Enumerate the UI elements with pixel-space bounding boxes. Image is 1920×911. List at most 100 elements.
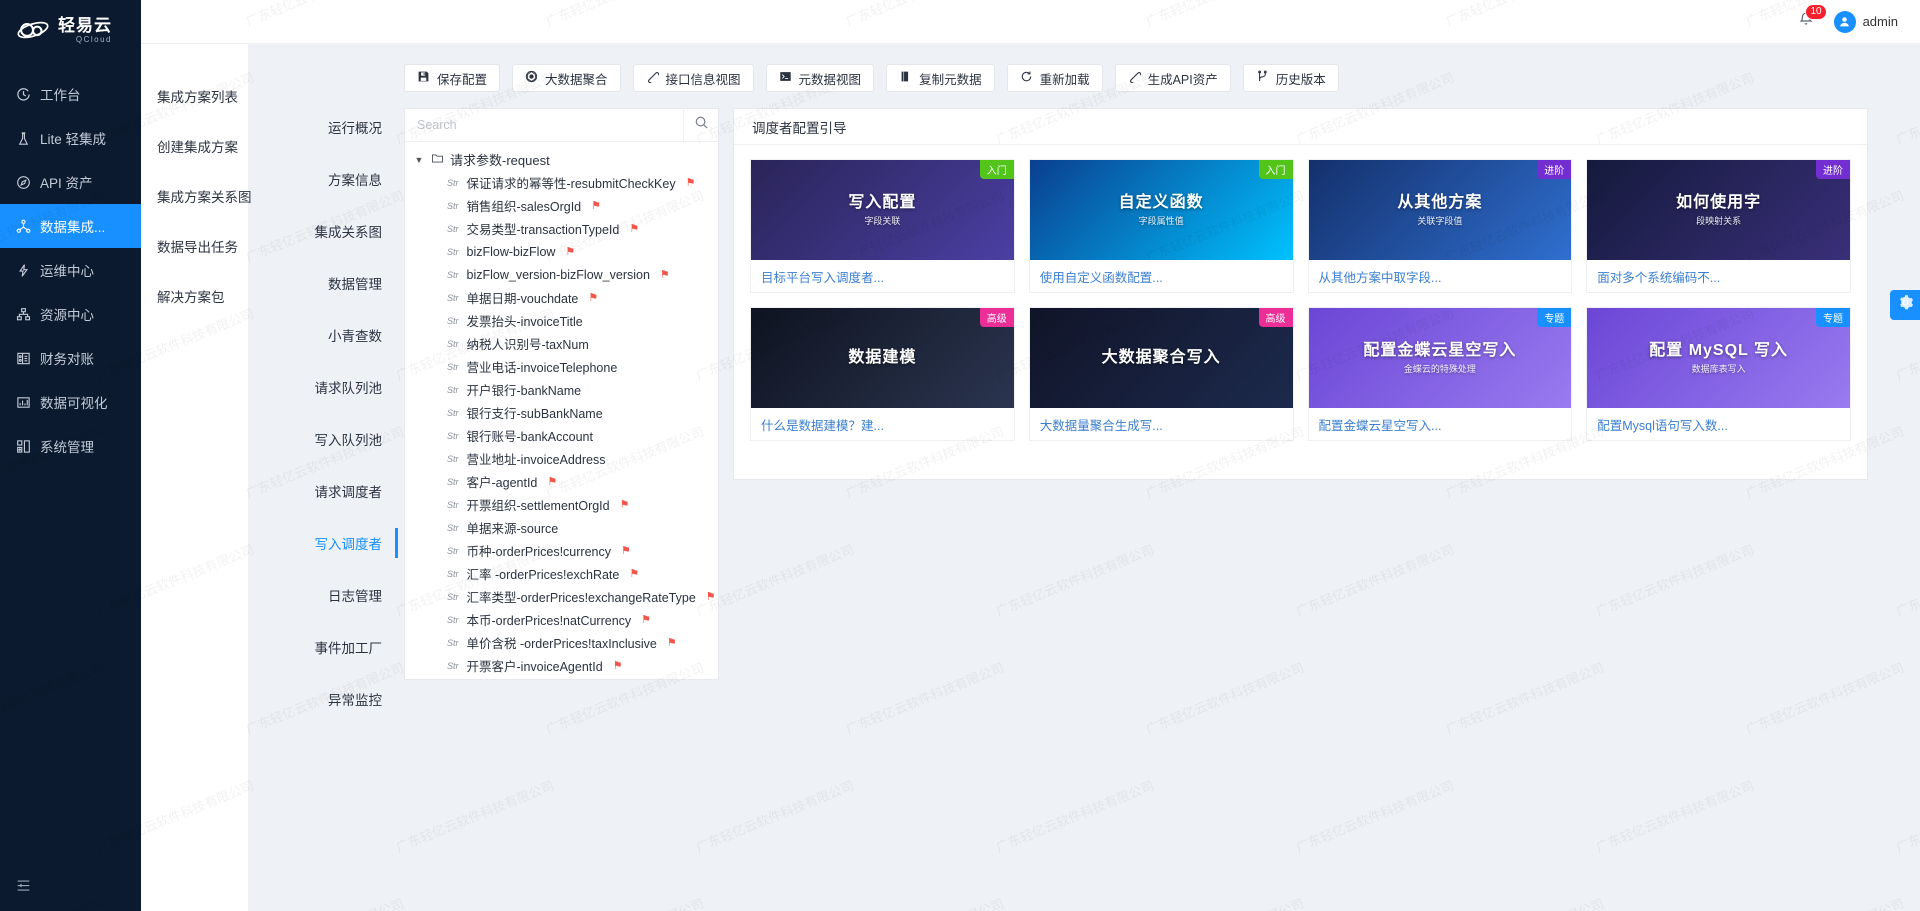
guide-card-title[interactable]: 从其他方案中取字段... bbox=[1309, 260, 1572, 292]
sidebar-item-visualization[interactable]: 数据可视化 bbox=[0, 380, 141, 424]
guide-card[interactable]: 专题配置 MySQL 写入数据库表写入配置Mysql语句写入数... bbox=[1586, 307, 1851, 441]
tree-node-label: 单据来源-source bbox=[467, 518, 559, 537]
generate-api-asset-button[interactable]: 生成API资产 bbox=[1115, 64, 1231, 92]
guide-card[interactable]: 进阶如何使用字段映射关系面对多个系统编码不... bbox=[1586, 159, 1851, 293]
tree-node[interactable]: Str发票类型-invoiceUpcType⚑ bbox=[405, 677, 718, 679]
tree-node[interactable]: Str汇率类型-orderPrices!exchangeRateType⚑ bbox=[405, 585, 718, 608]
copy-metadata-button[interactable]: 复制元数据 bbox=[886, 64, 995, 92]
history-version-button[interactable]: 历史版本 bbox=[1243, 64, 1339, 92]
button-label: 保存配置 bbox=[437, 69, 487, 88]
reload-button[interactable]: 重新加载 bbox=[1007, 64, 1103, 92]
tree-node[interactable]: Str营业电话-invoiceTelephone bbox=[405, 355, 718, 378]
sidebar-item-workbench[interactable]: 工作台 bbox=[0, 72, 141, 116]
sidebar-item-resource[interactable]: 资源中心 bbox=[0, 292, 141, 336]
guide-card-title[interactable]: 使用自定义函数配置... bbox=[1030, 260, 1293, 292]
sidebar-collapse-button[interactable] bbox=[0, 865, 141, 911]
menu3-item-request-queue[interactable]: 请求队列池 bbox=[248, 376, 396, 398]
guide-card-badge: 专题 bbox=[1816, 308, 1850, 327]
guide-card-badge: 高级 bbox=[980, 308, 1014, 327]
tree-node[interactable]: Str币种-orderPrices!currency⚑ bbox=[405, 539, 718, 562]
notifications-button[interactable]: 10 bbox=[1794, 10, 1818, 34]
interface-info-view-button[interactable]: 接口信息视图 bbox=[633, 64, 754, 92]
guide-card[interactable]: 专题配置金蝶云星空写入金蝶云的特殊处理配置金蝶云星空写入... bbox=[1308, 307, 1573, 441]
tree-node[interactable]: Str开票客户-invoiceAgentId⚑ bbox=[405, 654, 718, 677]
sidebar-item-system[interactable]: 系统管理 bbox=[0, 424, 141, 468]
sidebar-item-ops[interactable]: 运维中心 bbox=[0, 248, 141, 292]
menu2-item-solution-package[interactable]: 解决方案包 bbox=[141, 284, 248, 308]
metadata-view-button[interactable]: 元数据视图 bbox=[766, 64, 875, 92]
guide-card-title[interactable]: 目标平台写入调度者... bbox=[751, 260, 1014, 292]
tree-node[interactable]: Str客户-agentId⚑ bbox=[405, 470, 718, 493]
tree-node[interactable]: Str开票组织-settlementOrgId⚑ bbox=[405, 493, 718, 516]
menu3-item-solution-info[interactable]: 方案信息 bbox=[248, 168, 396, 190]
chevron-down-icon[interactable]: ▼ bbox=[413, 155, 425, 165]
menu3-item-data-management[interactable]: 数据管理 bbox=[248, 272, 396, 294]
guide-card[interactable]: 高级大数据聚合写入大数据量聚合生成写... bbox=[1029, 307, 1294, 441]
tree-node[interactable]: Str开户银行-bankName bbox=[405, 378, 718, 401]
tree-node[interactable]: Str汇率 -orderPrices!exchRate⚑ bbox=[405, 562, 718, 585]
guide-card[interactable]: 进阶从其他方案关联字段值从其他方案中取字段... bbox=[1308, 159, 1573, 293]
primary-sidebar: 轻易云 QCloud 工作台 Lite 轻集成 API bbox=[0, 0, 141, 911]
tree-node[interactable]: Str银行账号-bankAccount bbox=[405, 424, 718, 447]
guide-card-title[interactable]: 什么是数据建模？建... bbox=[751, 408, 1014, 440]
guide-card-hero-text: 配置 MySQL 写入数据库表写入 bbox=[1643, 342, 1794, 374]
sidebar-item-lite[interactable]: Lite 轻集成 bbox=[0, 116, 141, 160]
menu3-item-exception-monitor[interactable]: 异常监控 bbox=[248, 688, 396, 710]
tree-node[interactable]: Str单价含税 -orderPrices!taxInclusive⚑ bbox=[405, 631, 718, 654]
topbar: 10 admin bbox=[141, 0, 1920, 44]
tree-node[interactable]: Str单据日期-vouchdate⚑ bbox=[405, 286, 718, 309]
menu3-item-relation-graph[interactable]: 集成关系图 bbox=[248, 220, 396, 242]
tree-node[interactable]: Str销售组织-salesOrgId⚑ bbox=[405, 194, 718, 217]
guide-card-thumbnail: 进阶从其他方案关联字段值 bbox=[1309, 160, 1572, 260]
sidebar-item-finance[interactable]: 财务对账 bbox=[0, 336, 141, 380]
sidebar-item-data-integration[interactable]: 数据集成... bbox=[0, 204, 141, 248]
tree-node[interactable]: Str营业地址-invoiceAddress bbox=[405, 447, 718, 470]
search-button[interactable] bbox=[684, 109, 718, 141]
tree-node[interactable]: StrbizFlow_version-bizFlow_version⚑ bbox=[405, 263, 718, 286]
guide-card-hero-subtext: 金蝶云的特殊处理 bbox=[1363, 364, 1516, 374]
menu3-item-overview[interactable]: 运行概况 bbox=[248, 116, 396, 138]
settings-fab-button[interactable] bbox=[1890, 290, 1920, 320]
user-menu[interactable]: admin bbox=[1834, 11, 1898, 33]
grid-icon bbox=[15, 438, 31, 454]
tree-node[interactable]: StrbizFlow-bizFlow⚑ bbox=[405, 240, 718, 263]
menu3-item-query[interactable]: 小青查数 bbox=[248, 324, 396, 346]
sidebar-item-label: 财务对账 bbox=[40, 348, 94, 368]
tree-node[interactable]: Str单据来源-source bbox=[405, 516, 718, 539]
menu3-item-log-management[interactable]: 日志管理 bbox=[248, 584, 396, 606]
tree-node[interactable]: Str银行支行-subBankName bbox=[405, 401, 718, 424]
menu3-item-event-factory[interactable]: 事件加工厂 bbox=[248, 636, 396, 658]
button-label: 复制元数据 bbox=[919, 69, 982, 88]
menu3-item-request-scheduler[interactable]: 请求调度者 bbox=[248, 480, 396, 502]
app-root: 轻易云 QCloud 工作台 Lite 轻集成 API bbox=[0, 0, 1920, 911]
search-input[interactable] bbox=[405, 109, 684, 141]
guide-card-title[interactable]: 面对多个系统编码不... bbox=[1587, 260, 1850, 292]
branch-icon bbox=[1256, 70, 1269, 86]
menu2-item-export-task[interactable]: 数据导出任务 bbox=[141, 234, 248, 258]
save-config-button[interactable]: 保存配置 bbox=[404, 64, 500, 92]
menu2-item-solution-list[interactable]: 集成方案列表 bbox=[141, 84, 248, 108]
tree-node[interactable]: Str纳税人识别号-taxNum bbox=[405, 332, 718, 355]
guide-card-title[interactable]: 配置金蝶云星空写入... bbox=[1309, 408, 1572, 440]
sidebar-nav: 工作台 Lite 轻集成 API 资产 数据集成... bbox=[0, 72, 141, 468]
type-tag: Str bbox=[447, 316, 459, 326]
big-data-aggregate-button[interactable]: 大数据聚合 bbox=[512, 64, 621, 92]
guide-card-title[interactable]: 配置Mysql语句写入数... bbox=[1587, 408, 1850, 440]
sidebar-item-api[interactable]: API 资产 bbox=[0, 160, 141, 204]
tree-root-node[interactable]: ▼ 请求参数-request bbox=[405, 148, 718, 171]
guide-card[interactable]: 高级数据建模什么是数据建模？建... bbox=[750, 307, 1015, 441]
guide-card[interactable]: 入门写入配置字段关联目标平台写入调度者... bbox=[750, 159, 1015, 293]
guide-card[interactable]: 入门自定义函数字段属性值使用自定义函数配置... bbox=[1029, 159, 1294, 293]
menu2-item-solution-graph[interactable]: 集成方案关系图 bbox=[141, 184, 248, 208]
tree-node[interactable]: Str本币-orderPrices!natCurrency⚑ bbox=[405, 608, 718, 631]
tree-node[interactable]: Str保证请求的幂等性-resubmitCheckKey⚑ bbox=[405, 171, 718, 194]
menu3-item-write-queue[interactable]: 写入队列池 bbox=[248, 428, 396, 450]
brand-logo[interactable]: 轻易云 QCloud bbox=[0, 0, 141, 60]
guide-card-title[interactable]: 大数据量聚合生成写... bbox=[1030, 408, 1293, 440]
tree-node-label: bizFlow_version-bizFlow_version bbox=[467, 268, 650, 282]
tree-node[interactable]: Str发票抬头-invoiceTitle bbox=[405, 309, 718, 332]
tree-node[interactable]: Str交易类型-transactionTypeId⚑ bbox=[405, 217, 718, 240]
menu2-item-create-solution[interactable]: 创建集成方案 bbox=[141, 134, 248, 158]
menu3-item-write-scheduler[interactable]: 写入调度者 bbox=[248, 532, 396, 554]
link-icon bbox=[646, 70, 659, 86]
